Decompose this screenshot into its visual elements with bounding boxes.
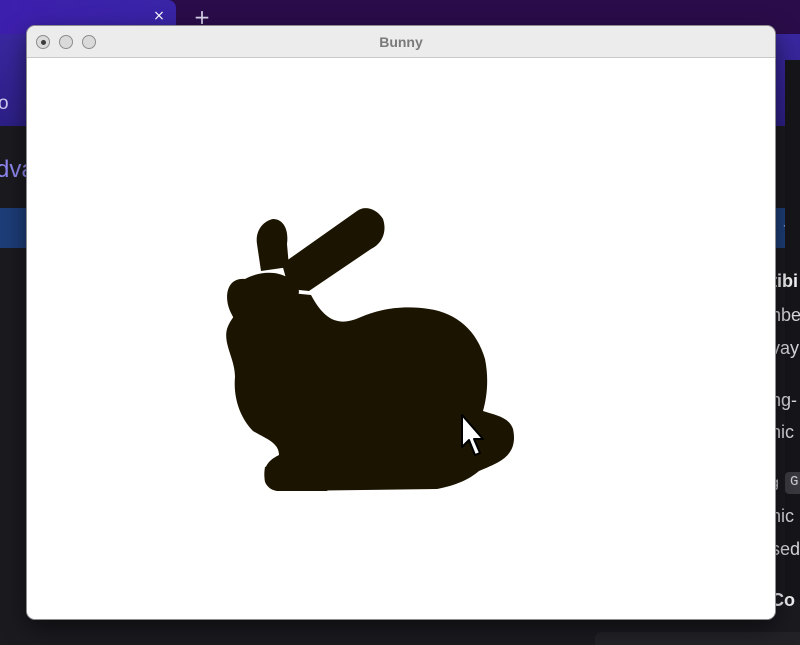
inline-code: G xyxy=(785,472,800,494)
bottom-dock xyxy=(595,632,800,645)
new-tab-icon[interactable]: + xyxy=(192,7,212,27)
bunny-window[interactable]: Bunny xyxy=(27,26,775,619)
window-titlebar[interactable]: Bunny xyxy=(27,26,775,58)
page-text-line: sed xyxy=(771,539,800,559)
window-minimize-button[interactable] xyxy=(59,35,73,49)
window-close-button[interactable] xyxy=(36,35,50,49)
nav-text-fragment[interactable]: o xyxy=(0,93,9,115)
page-text-line: vay xyxy=(771,338,800,358)
render-canvas[interactable] xyxy=(27,59,775,619)
arrow-cursor-icon xyxy=(461,414,484,456)
page-text-line: tibi xyxy=(771,271,798,291)
bunny-silhouette xyxy=(226,208,515,491)
tab-close-icon[interactable]: × xyxy=(152,9,166,23)
window-zoom-button[interactable] xyxy=(82,35,96,49)
window-title: Bunny xyxy=(379,34,423,50)
page-text-line: nbe xyxy=(771,305,800,325)
